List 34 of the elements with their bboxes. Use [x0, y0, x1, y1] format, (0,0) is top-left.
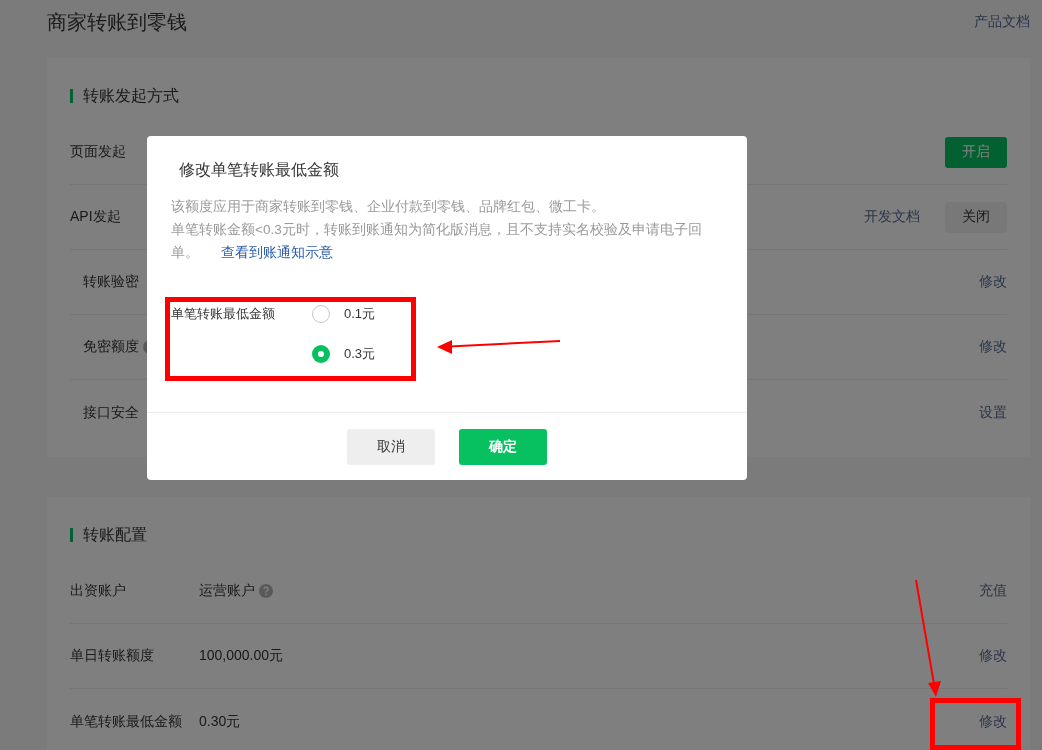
action-link[interactable]: 修改 [979, 647, 1007, 665]
action-link[interactable]: 修改 [979, 273, 1007, 291]
docs-link[interactable]: 产品文档 [974, 13, 1030, 31]
setting-label: 免密额度 [83, 338, 139, 356]
description-text: 单笔转账金额<0.3元时，转账到账通知为简化版消息，且不支持实名校验及申请电子回单。 查看到账通知示意 [171, 221, 703, 262]
setting-label: 接口安全 [83, 403, 139, 422]
setting-value: 0.30元 [199, 712, 241, 731]
setting-label: 转账验密 [83, 273, 139, 291]
action-link[interactable]: 修改 [979, 712, 1007, 731]
disable-button[interactable]: 关闭 [945, 201, 1007, 233]
action-link[interactable]: 开发文档 [864, 208, 920, 226]
radio-option[interactable]: 0.3元 [303, 345, 376, 363]
field-label: 单笔转账最低金额 [171, 305, 276, 323]
setting-label: 单日转账额度 [70, 647, 154, 665]
confirm-button[interactable]: 确定 [459, 428, 547, 465]
radio-option[interactable]: 0.1元 [303, 305, 376, 323]
action-link[interactable]: 充值 [979, 582, 1007, 600]
dialog-title: 修改单笔转账最低金额 [179, 160, 339, 180]
action-link[interactable]: 设置 [979, 403, 1007, 422]
setting-label: 出资账户 [70, 582, 126, 600]
notice-link[interactable]: 查看到账通知示意 [221, 245, 333, 260]
page-title: 商家转账到零钱 [47, 9, 187, 35]
setting-label: 页面发起 [70, 143, 126, 161]
description-text: 该额度应用于商家转账到零钱、企业付款到零钱、品牌红包、微工卡。 [171, 198, 606, 216]
setting-label: API发起 [70, 208, 121, 226]
cancel-button[interactable]: 取消 [347, 428, 435, 465]
setting-value: 运营账户 [199, 582, 255, 600]
setting-value: 100,000.00元 [199, 647, 284, 665]
setting-label: 单笔转账最低金额 [70, 712, 182, 731]
action-link[interactable]: 修改 [979, 338, 1007, 356]
section-title: 转账配置 [83, 524, 147, 545]
section-title: 转账发起方式 [83, 85, 179, 106]
enable-button[interactable]: 开启 [945, 136, 1007, 168]
help-icon[interactable] [259, 584, 273, 598]
